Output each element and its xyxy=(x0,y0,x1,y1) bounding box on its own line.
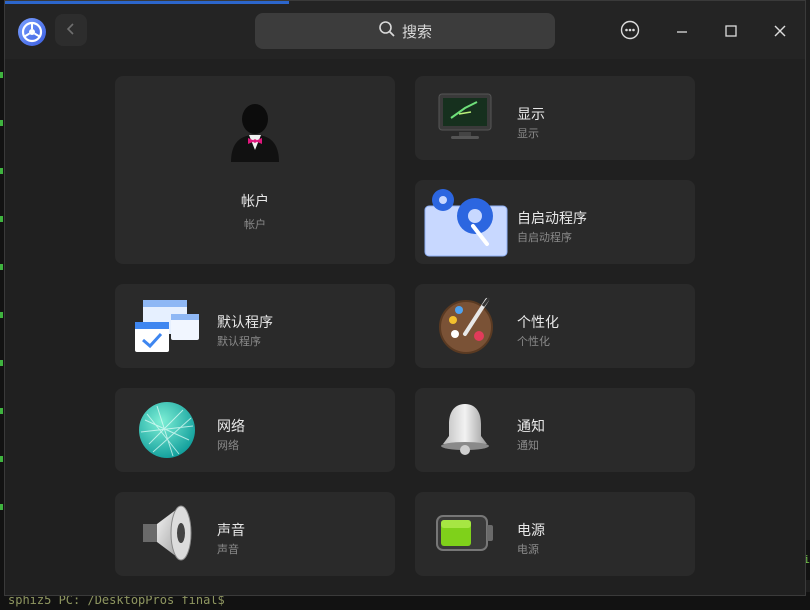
card-personalization-title: 个性化 xyxy=(517,315,559,331)
control-center-app-icon xyxy=(17,17,47,47)
terminal-mark xyxy=(0,504,3,510)
terminal-mark xyxy=(0,408,3,414)
card-account[interactable]: 帐户 帐户 xyxy=(115,76,395,264)
card-autostart[interactable]: 自启动程序 自启动程序 xyxy=(415,180,695,264)
palette-icon xyxy=(435,294,497,360)
minimize-button[interactable] xyxy=(668,18,696,46)
card-account-subtitle: 帐户 xyxy=(244,218,266,231)
card-sound[interactable]: 声音 声音 xyxy=(115,492,395,576)
card-default-apps-subtitle: 默认程序 xyxy=(217,335,261,348)
card-display-title: 显示 xyxy=(517,107,545,123)
terminal-mark xyxy=(0,72,3,78)
default-apps-windows-icon xyxy=(133,296,203,360)
card-power[interactable]: 电源 电源 xyxy=(415,492,695,576)
card-notification-title: 通知 xyxy=(517,419,545,435)
card-personalization-subtitle: 个性化 xyxy=(517,335,550,348)
minimize-icon xyxy=(675,23,689,42)
card-autostart-subtitle: 自启动程序 xyxy=(517,231,572,244)
card-network-title: 网络 xyxy=(217,419,245,435)
more-dots-icon xyxy=(620,20,640,44)
more-options-button[interactable] xyxy=(616,18,644,46)
card-power-subtitle: 电源 xyxy=(517,543,539,556)
search-label: 搜索 xyxy=(401,22,432,41)
card-notification-subtitle: 通知 xyxy=(517,439,539,452)
battery-icon xyxy=(435,512,495,558)
close-icon xyxy=(773,23,787,42)
card-network-subtitle: 网络 xyxy=(217,439,239,452)
card-display[interactable]: 显示 显示 xyxy=(415,76,695,160)
display-monitor-icon xyxy=(437,92,493,148)
close-button[interactable] xyxy=(766,18,794,46)
card-notification[interactable]: 通知 通知 xyxy=(415,388,695,472)
card-network[interactable]: 网络 网络 xyxy=(115,388,395,472)
terminal-mark xyxy=(0,360,3,366)
card-account-title: 帐户 xyxy=(241,194,269,210)
card-power-title: 电源 xyxy=(517,523,545,539)
search-icon xyxy=(378,20,396,42)
card-default-apps[interactable]: 默认程序 默认程序 xyxy=(115,284,395,368)
maximize-button[interactable] xyxy=(717,18,745,46)
speaker-icon xyxy=(139,502,199,568)
autostart-gears-icon xyxy=(423,186,509,262)
search-box[interactable]: 搜索 xyxy=(255,13,555,49)
card-display-subtitle: 显示 xyxy=(517,127,539,140)
terminal-mark xyxy=(0,456,3,462)
back-button[interactable] xyxy=(55,14,87,46)
terminal-mark xyxy=(0,168,3,174)
chevron-left-icon xyxy=(65,21,77,40)
account-user-icon xyxy=(227,102,283,168)
bell-icon xyxy=(437,400,493,460)
title-bar: 搜索 xyxy=(5,1,805,59)
card-sound-subtitle: 声音 xyxy=(217,543,239,556)
card-sound-title: 声音 xyxy=(217,523,245,539)
maximize-icon xyxy=(724,23,738,42)
control-center-window: 搜索 帐户 帐户 显示 显示 自启动程序 自启动程序 默认程序 默认程序 个性化… xyxy=(4,0,806,596)
title-accent-line xyxy=(5,1,289,4)
card-default-apps-title: 默认程序 xyxy=(217,315,273,331)
card-autostart-title: 自启动程序 xyxy=(517,211,587,227)
terminal-mark xyxy=(0,312,3,318)
terminal-mark xyxy=(0,120,3,126)
terminal-mark xyxy=(0,264,3,270)
card-personalization[interactable]: 个性化 个性化 xyxy=(415,284,695,368)
network-globe-icon xyxy=(137,400,197,464)
terminal-mark xyxy=(0,216,3,222)
